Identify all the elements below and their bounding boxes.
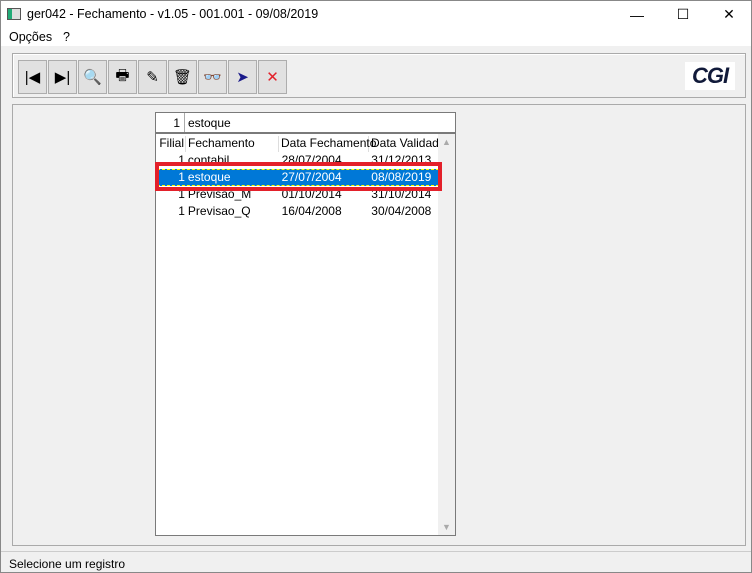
toolbar: |◀ ▶| 🔍 🖶 ✎ 🗑 👓 ➤ ✕ CGI [12, 53, 746, 98]
window-title: ger042 - Fechamento - v1.05 - 001.001 - … [27, 7, 319, 21]
menu-opcoes[interactable]: Opções [9, 30, 52, 44]
search-icon: 🔍 [83, 69, 102, 86]
search-button[interactable]: 🔍 [78, 60, 107, 94]
grid-header: Filial Fechamento Data Fechamento Data V… [156, 136, 446, 152]
first-record-icon: |◀ [24, 69, 41, 86]
minimize-button[interactable]: — [614, 1, 660, 28]
cell: 16/04/2008 [281, 204, 342, 218]
cell: 1 [178, 204, 185, 218]
menu-bar: Opções ? [1, 28, 751, 46]
table-row[interactable]: 1 Previsao_Q 16/04/2008 30/04/2008 [157, 203, 439, 220]
filter-button[interactable]: ➤ [228, 60, 257, 94]
print-icon: 🖶 [115, 66, 130, 84]
edit-button[interactable]: ✎ [138, 60, 167, 94]
header-filial[interactable]: Filial [156, 136, 186, 152]
header-fechamento[interactable]: Fechamento [186, 136, 279, 152]
delete-button[interactable]: 🗑 [168, 60, 197, 94]
search-row[interactable]: 1 estoque [155, 112, 456, 133]
highlight-box [155, 162, 442, 191]
delete-icon: 🗑 [172, 69, 193, 86]
scroll-down-icon[interactable]: ▼ [438, 522, 455, 532]
menu-help[interactable]: ? [63, 30, 70, 44]
title-bar: ger042 - Fechamento - v1.05 - 001.001 - … [1, 1, 751, 28]
cell: Previsao_Q [187, 204, 251, 218]
status-text: Selecione um registro [9, 557, 126, 571]
status-bar: Selecione um registro [1, 551, 751, 573]
edit-icon: ✎ [146, 69, 159, 86]
scroll-up-icon[interactable]: ▲ [438, 137, 455, 147]
filter-icon: ➤ [236, 69, 249, 86]
first-record-button[interactable]: |◀ [18, 60, 47, 94]
search-filial[interactable]: 1 [156, 116, 184, 130]
binoculars-icon: 👓 [203, 69, 222, 86]
header-data-fechamento[interactable]: Data Fechamento [279, 136, 376, 152]
cancel-button[interactable]: ✕ [258, 60, 287, 94]
search-input[interactable]: estoque [184, 113, 234, 132]
last-record-icon: ▶| [54, 69, 71, 86]
binoculars-button[interactable]: 👓 [198, 60, 227, 94]
vertical-scrollbar[interactable]: ▲ ▼ [438, 134, 455, 535]
cancel-icon: ✕ [266, 69, 279, 86]
app-icon [7, 8, 21, 20]
records-grid[interactable]: Filial Fechamento Data Fechamento Data V… [155, 133, 456, 536]
maximize-button[interactable]: ☐ [660, 1, 706, 28]
last-record-button[interactable]: ▶| [48, 60, 77, 94]
print-button[interactable]: 🖶 [108, 60, 137, 94]
cgi-logo: CGI [685, 62, 735, 90]
cell: 30/04/2008 [371, 204, 432, 218]
close-button[interactable]: ✕ [706, 1, 752, 28]
header-data-validade[interactable]: Data Validade [369, 136, 446, 152]
